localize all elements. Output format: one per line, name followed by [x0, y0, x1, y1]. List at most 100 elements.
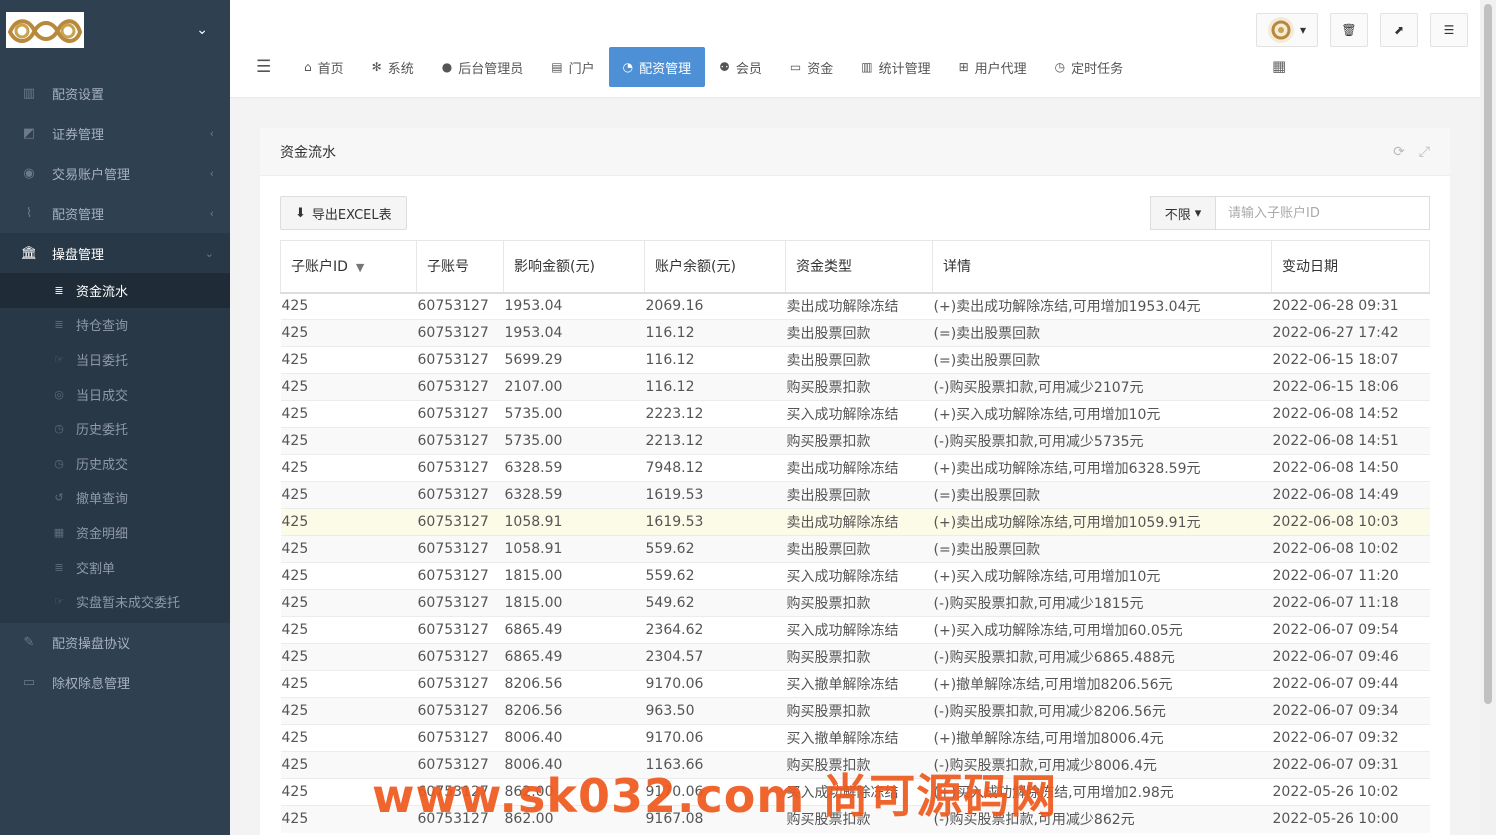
tab-home[interactable]: ⌂ 首页: [290, 47, 358, 87]
table-cell: 购买股票扣款: [785, 697, 933, 725]
brand-logo[interactable]: [6, 12, 84, 48]
page-scrollbar[interactable]: [1480, 0, 1496, 835]
table-row[interactable]: 425 60753127 1953.04 116.12 卖出股票回款 (=)卖出股票回款 2…: [280, 319, 1430, 347]
table-cell: 425: [280, 589, 417, 617]
tab-cog[interactable]: ✻ 系统: [358, 47, 428, 87]
table-row[interactable]: 425 60753127 1953.04 2069.16 卖出成功解除冻结 (+)卖出成功…: [280, 292, 1430, 320]
table-cell: 60753127: [416, 643, 504, 671]
submenu-item[interactable]: ◎ 当日成交: [0, 377, 230, 412]
submenu-item[interactable]: ↺ 撤单查询: [0, 481, 230, 516]
table-cell: 8206.56: [503, 697, 645, 725]
filter-dropdown[interactable]: 不限 ▾: [1150, 196, 1216, 230]
table-cell: 425: [280, 508, 417, 536]
area-chart-icon: ◩: [22, 125, 36, 141]
tab-sitemap[interactable]: ⊞ 用户代理: [945, 47, 1041, 87]
table-row[interactable]: 425 60753127 5735.00 2213.12 购买股票扣款 (-)购买股票扣款…: [280, 427, 1430, 455]
grid-icon[interactable]: ▦: [1272, 57, 1286, 75]
table-cell: (-)购买股票扣款,可用减少6865.488元: [932, 643, 1272, 671]
column-header[interactable]: 变动日期: [1271, 240, 1430, 294]
table-row[interactable]: 425 60753127 5699.29 116.12 卖出股票回款 (=)卖出股票回款 2…: [280, 346, 1430, 374]
tab-label: 系统: [387, 61, 414, 77]
table-row[interactable]: 425 60753127 1815.00 549.62 购买股票扣款 (-)购买股票扣款,…: [280, 589, 1430, 617]
submenu-item[interactable]: ▦ 资金明细: [0, 515, 230, 550]
submenu-item[interactable]: ≣ 持仓查询: [0, 308, 230, 343]
filter-icon[interactable]: ▼: [356, 261, 364, 274]
clear-cache-button[interactable]: 🗑: [1330, 13, 1368, 47]
tab-clock[interactable]: ◷ 定时任务: [1041, 47, 1138, 87]
table-cell: 963.50: [644, 697, 786, 725]
submenu-item-label: 历史成交: [76, 457, 129, 473]
tab-window[interactable]: ▤ 门户: [537, 47, 608, 87]
table-row[interactable]: 425 60753127 6328.59 7948.12 卖出成功解除冻结 (+)卖出成功…: [280, 454, 1430, 482]
table-cell: 425: [280, 427, 417, 455]
settings-panel-button[interactable]: ☰: [1430, 13, 1468, 47]
sidebar-item-bar-chart[interactable]: ▥ 配资设置: [0, 73, 230, 113]
column-header[interactable]: 详情: [932, 240, 1272, 294]
user-avatar-button[interactable]: ▾: [1256, 13, 1318, 47]
table-row[interactable]: 425 60753127 1058.91 1619.53 卖出成功解除冻结 (+)卖出成功…: [280, 508, 1430, 536]
tab-label: 资金: [807, 61, 834, 77]
refresh-icon[interactable]: ⟳: [1393, 144, 1405, 160]
table-row[interactable]: 425 60753127 8206.56 963.50 购买股票扣款 (-)购买股票扣款,…: [280, 697, 1430, 725]
table-row[interactable]: 425 60753127 2107.00 116.12 购买股票扣款 (-)购买股票扣款,…: [280, 373, 1430, 401]
table-cell: 2022-06-07 09:31: [1271, 751, 1430, 779]
table-row[interactable]: 425 60753127 6328.59 1619.53 卖出股票回款 (=)卖出股票回款…: [280, 481, 1430, 509]
sidebar-item-money[interactable]: ▭ 除权除息管理: [0, 663, 230, 703]
tab-money[interactable]: ▭ 资金: [776, 47, 847, 87]
submenu-item[interactable]: ≣ 交割单: [0, 550, 230, 585]
sidebar-item-area-chart[interactable]: ◩ 证券管理 ‹: [0, 113, 230, 153]
table-row[interactable]: 425 60753127 5735.00 2223.12 买入成功解除冻结 (+)买入成功…: [280, 400, 1430, 428]
table-cell: 2364.62: [644, 616, 786, 644]
submenu-item[interactable]: ◷ 历史委托: [0, 411, 230, 446]
sub-account-id-input[interactable]: [1216, 196, 1430, 230]
export-excel-button[interactable]: ⬇ 导出EXCEL表: [280, 196, 407, 230]
sidebar-item-paperclip[interactable]: ⌇ 配资管理 ‹: [0, 193, 230, 233]
caret-down-icon: ▾: [1299, 23, 1307, 37]
sidebar-item-user-circle[interactable]: ◉ 交易账户管理 ‹: [0, 153, 230, 193]
table-row[interactable]: 425 60753127 6865.49 2364.62 买入成功解除冻结 (+)买入成功…: [280, 616, 1430, 644]
table-cell: (+)卖出成功解除冻结,可用增加1059.91元: [932, 508, 1272, 536]
list-icon: ≣: [54, 283, 64, 297]
table-row[interactable]: 425 60753127 8206.56 9170.06 买入撤单解除冻结 (+)撤单解除…: [280, 670, 1430, 698]
hand-icon: ☞: [54, 352, 64, 366]
open-frontend-button[interactable]: ⬈: [1380, 13, 1418, 47]
table-row[interactable]: 425 60753127 1058.91 559.62 卖出股票回款 (=)卖出股票回款 2…: [280, 535, 1430, 563]
sidebar-item-bank[interactable]: 🏛 操盘管理 ⌄: [0, 233, 230, 273]
column-header[interactable]: 子账号: [416, 240, 504, 294]
submenu-item[interactable]: ◷ 历史成交: [0, 446, 230, 481]
scrollbar-thumb[interactable]: [1484, 4, 1492, 704]
table-cell: 2022-05-26 10:00: [1271, 805, 1430, 833]
column-header[interactable]: 子账户ID ▼: [280, 240, 417, 294]
column-header[interactable]: 账户余额(元): [644, 240, 786, 294]
fund-flow-table-wrapper: 子账户ID ▼ 子账号 影响金额(元) 账户余额(元) 资金类型 详情 变动日期 425 607…: [280, 240, 1430, 833]
tab-user[interactable]: ● 后台管理员: [428, 47, 538, 87]
submenu-item[interactable]: ☞ 实盘暂未成交委托: [0, 584, 230, 619]
submenu-item[interactable]: ≣ 资金流水: [0, 273, 230, 308]
table-row[interactable]: 425 60753127 8006.40 9170.06 买入撤单解除冻结 (+)撤单解除…: [280, 724, 1430, 752]
table-cell: 卖出股票回款: [785, 346, 933, 374]
panel-title: 资金流水: [280, 144, 336, 161]
table-cell: 2022-06-15 18:07: [1271, 346, 1430, 374]
sidebar-item-pencil[interactable]: ✎ 配资操盘协议: [0, 623, 230, 663]
column-header[interactable]: 资金类型: [785, 240, 933, 294]
table-cell: 116.12: [644, 373, 786, 401]
table-body: 425 60753127 1953.04 2069.16 卖出成功解除冻结 (+)卖出成功…: [280, 292, 1430, 833]
table-row[interactable]: 425 60753127 6865.49 2304.57 购买股票扣款 (-)购买股票扣款…: [280, 643, 1430, 671]
table-cell: 1815.00: [503, 589, 645, 617]
bank-icon: 🏛: [20, 245, 38, 261]
tab-pie-chart[interactable]: ◔ 配资管理: [608, 47, 706, 87]
tab-users[interactable]: ⚉ 会员: [705, 47, 776, 87]
column-header-label: 影响金额(元): [514, 259, 595, 276]
table-cell: 60753127: [416, 427, 504, 455]
column-header[interactable]: 影响金额(元): [503, 240, 645, 294]
table-cell: 2022-06-08 14:50: [1271, 454, 1430, 482]
chevron-down-icon[interactable]: ⌄: [196, 22, 208, 38]
chevron-down-icon: ⌄: [204, 246, 214, 260]
tab-bar-chart[interactable]: ▥ 统计管理: [847, 47, 944, 87]
table-cell: 买入成功解除冻结: [785, 562, 933, 590]
submenu-item[interactable]: ☞ 当日委托: [0, 342, 230, 377]
hamburger-menu-icon[interactable]: ☰: [256, 57, 271, 77]
table-row[interactable]: 425 60753127 1815.00 559.62 买入成功解除冻结 (+)买入成功解…: [280, 562, 1430, 590]
expand-icon[interactable]: ⤢: [1419, 144, 1430, 160]
user-circle-icon: ◉: [23, 165, 35, 181]
